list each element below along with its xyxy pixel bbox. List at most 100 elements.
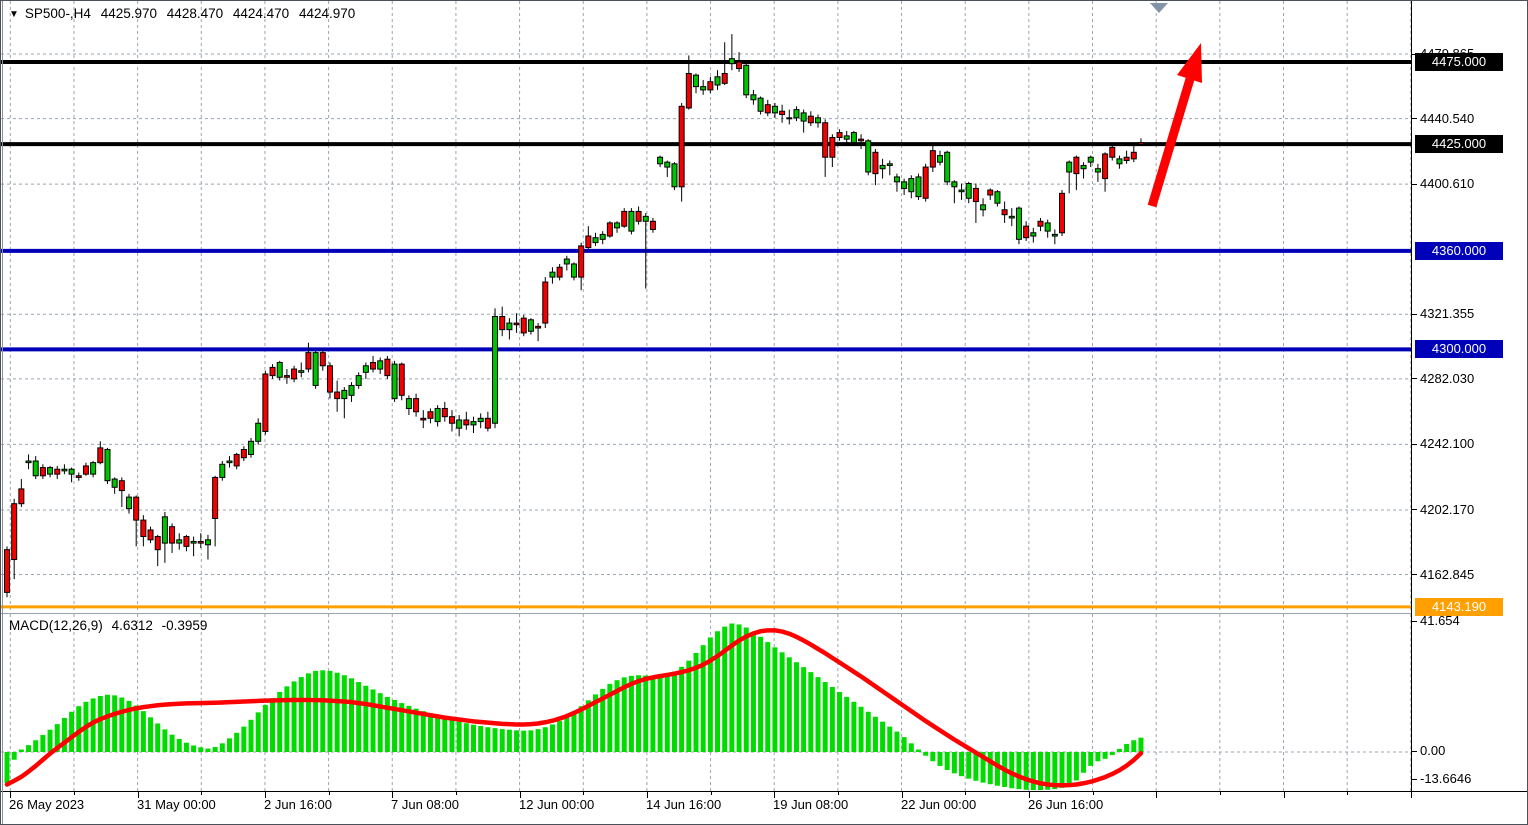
time-tick <box>1156 792 1157 798</box>
candle <box>557 264 562 280</box>
time-tick <box>965 792 966 795</box>
candle-body <box>342 390 347 398</box>
axis-tick <box>1412 378 1417 379</box>
macd-signal-value: -0.3959 <box>162 618 208 633</box>
candle-body <box>830 138 835 158</box>
candle-body <box>234 454 239 465</box>
candle-body <box>55 469 60 474</box>
candle <box>1052 229 1057 244</box>
macd-bar <box>629 676 634 752</box>
candle-body <box>306 353 311 369</box>
candle <box>701 80 706 95</box>
candle-body <box>249 441 254 454</box>
candle-body <box>471 422 476 425</box>
candle-body <box>930 151 935 167</box>
candle-body <box>780 111 785 114</box>
price-axis[interactable]: 4479.8654440.5404400.6104321.3554282.030… <box>1411 1 1528 791</box>
candle-body <box>256 423 261 441</box>
candle <box>292 366 297 382</box>
candle-body <box>284 376 289 378</box>
macd-pane[interactable] <box>1 613 1411 792</box>
candle <box>399 362 404 400</box>
candle <box>55 466 60 479</box>
candle-body <box>19 489 24 504</box>
candle-body <box>615 223 620 228</box>
macd-bar <box>579 706 584 752</box>
macd-bar <box>191 745 196 752</box>
macd-bar <box>823 682 828 752</box>
candle-body <box>26 461 31 463</box>
candle <box>493 308 498 428</box>
macd-bar <box>493 728 498 752</box>
candle-body <box>356 376 361 386</box>
macd-bar <box>184 743 189 752</box>
candle-body <box>600 234 605 239</box>
candle-body <box>923 167 928 198</box>
candle-body <box>536 326 541 328</box>
candle <box>213 476 218 547</box>
candle-body <box>938 156 943 163</box>
candle-body <box>48 468 53 475</box>
macd-bar <box>134 706 139 752</box>
candle <box>148 527 153 543</box>
scroll-marker-icon[interactable] <box>1150 3 1168 13</box>
candle-body <box>40 468 45 476</box>
macd-bar <box>162 729 167 752</box>
time-tick <box>838 792 839 795</box>
macd-bar <box>1124 744 1129 752</box>
candle-body <box>708 82 713 90</box>
macd-bar <box>306 673 311 752</box>
candle-body <box>493 317 498 424</box>
candle <box>62 464 67 474</box>
time-label: 22 Jun 00:00 <box>901 797 976 812</box>
macd-bar <box>284 686 289 752</box>
candle-body <box>191 541 196 543</box>
trend-arrow[interactable] <box>1152 43 1202 206</box>
candle <box>751 90 756 105</box>
macd-bar <box>155 724 160 752</box>
macd-bar <box>765 642 770 752</box>
macd-bar <box>894 732 899 752</box>
macd-bar <box>952 752 957 773</box>
candle <box>284 369 289 384</box>
price-badge-4425.000: 4425.000 <box>1415 135 1503 153</box>
macd-bar <box>859 707 864 752</box>
candle-body <box>33 461 38 476</box>
axis-tick <box>1412 509 1417 510</box>
candle-body <box>528 320 533 331</box>
macd-bar <box>1131 740 1136 752</box>
candle <box>270 364 275 379</box>
candle-body <box>371 362 376 369</box>
candle-body <box>478 418 483 421</box>
macd-bar <box>536 729 541 752</box>
time-axis[interactable]: 26 May 202331 May 00:002 Jun 16:007 Jun … <box>1 791 1528 825</box>
candle <box>507 318 512 339</box>
time-label: 26 Jun 16:00 <box>1028 797 1103 812</box>
macd-bar <box>715 631 720 752</box>
candle <box>162 512 167 563</box>
macd-bar <box>241 727 246 752</box>
macd-bar <box>658 676 663 752</box>
candle-body <box>823 123 828 157</box>
candle <box>1124 151 1129 164</box>
candle <box>665 161 670 177</box>
candle <box>1038 218 1043 231</box>
candle <box>966 182 971 203</box>
candle-body <box>794 110 799 118</box>
candle <box>823 119 828 176</box>
candle <box>564 256 569 271</box>
macd-bar <box>33 740 38 752</box>
macd-bar <box>292 681 297 752</box>
candle <box>543 277 548 328</box>
macd-bar <box>772 647 777 752</box>
price-pane[interactable] <box>1 1 1411 613</box>
macd-bar <box>1031 752 1036 790</box>
candle-body <box>837 133 842 138</box>
axis-tick <box>1412 621 1417 622</box>
chart-title: ▼SP500-,H4 4425.970 4428.470 4424.470 44… <box>9 6 355 21</box>
candle <box>134 495 139 546</box>
candle <box>650 218 655 233</box>
macd-bar <box>808 672 813 752</box>
candle-body <box>658 157 663 164</box>
candle <box>772 103 777 118</box>
